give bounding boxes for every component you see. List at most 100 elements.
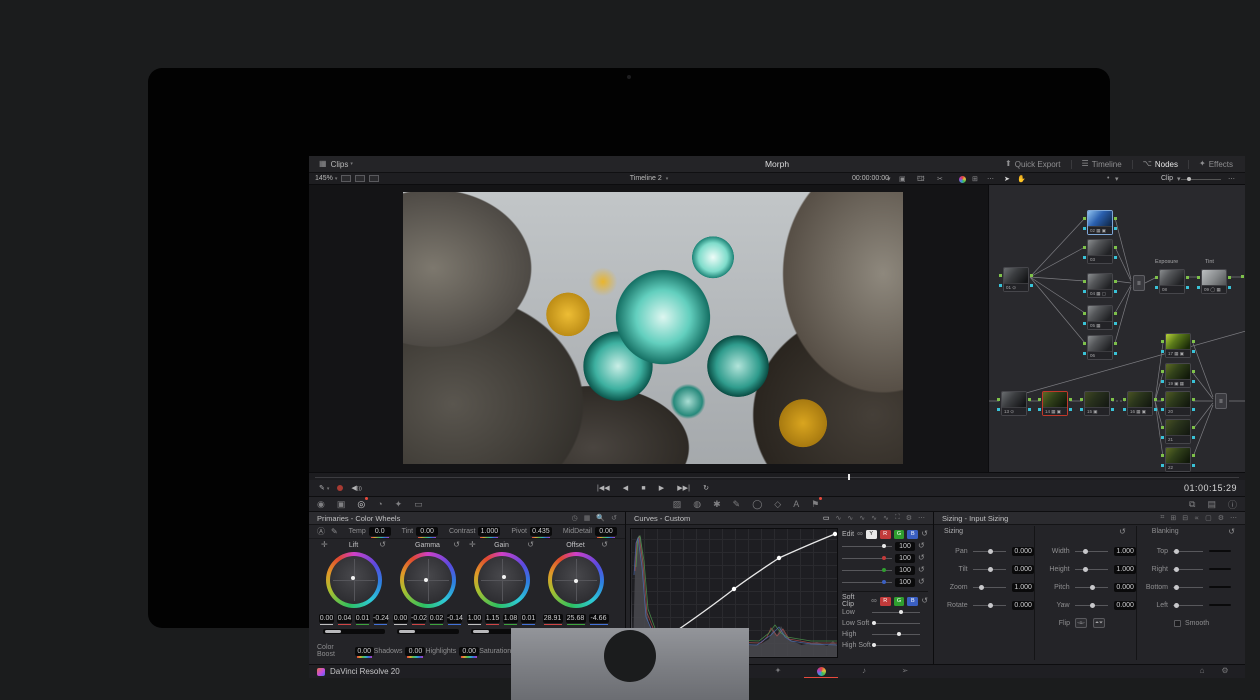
node-05[interactable]: 05 ▦ — [1087, 305, 1113, 330]
gamma-green-value[interactable]: 0.02 — [429, 614, 444, 623]
rotate-value[interactable]: 0.000 — [1012, 601, 1034, 610]
node-22[interactable]: 22 — [1165, 447, 1191, 472]
luts-icon[interactable]: ▤ — [1207, 499, 1216, 510]
temp-value[interactable]: 0.0 — [369, 527, 391, 536]
hue-vs-hue-icon[interactable]: ∿ — [835, 514, 841, 522]
page-color-icon[interactable] — [817, 667, 826, 676]
gamma-reset-icon[interactable]: ↺ — [453, 541, 460, 549]
flag-icon[interactable]: ⚑ — [811, 499, 819, 510]
lift-blue-value[interactable]: -0.24 — [373, 614, 388, 623]
node-21[interactable]: 21 — [1165, 419, 1191, 444]
gamma-wheel-handle[interactable] — [424, 578, 428, 582]
lift-wheel-handle[interactable] — [351, 576, 355, 580]
motion-effects-icon[interactable]: ▭ — [414, 499, 423, 510]
gain-reset-icon[interactable]: ↺ — [527, 541, 534, 549]
highlights-value[interactable]: 0.00 — [459, 647, 479, 656]
gain-color-wheel[interactable] — [474, 552, 530, 608]
magic-mask-icon[interactable]: A — [793, 499, 799, 509]
contrast-value[interactable]: 1.000 — [478, 527, 500, 536]
link-channels-icon[interactable]: ∞ — [871, 597, 877, 605]
node-20[interactable]: 20 — [1165, 391, 1191, 416]
node-09-tint[interactable]: 09 ◯ ▦ — [1201, 269, 1227, 294]
gain-blue-value[interactable]: 0.01 — [521, 614, 536, 623]
lum-vs-sat-icon[interactable]: ∿ — [871, 514, 877, 522]
sizing-reset-icon[interactable]: ↺ — [1119, 528, 1126, 536]
height-value[interactable]: 1.000 — [1114, 565, 1136, 574]
auto-balance-icon[interactable]: ◷ — [572, 514, 578, 522]
gain-master-value[interactable]: 1.00 — [467, 614, 482, 623]
shadows-value[interactable]: 0.00 — [405, 647, 425, 656]
lift-color-wheel[interactable] — [326, 552, 382, 608]
blanking-bottom-slider[interactable] — [1173, 587, 1203, 588]
flip-vertical-button[interactable]: ⏶⏷ — [1093, 618, 1105, 628]
reset-icon[interactable]: ↺ — [921, 530, 928, 538]
settings-icon[interactable]: ⚙ — [906, 514, 912, 522]
enhanced-viewer-toggle[interactable] — [369, 175, 379, 182]
pan-slider[interactable] — [973, 551, 1007, 552]
split-clip-icon[interactable]: ✂ — [937, 175, 943, 183]
blanking-right-value[interactable] — [1209, 568, 1231, 570]
slider-handle[interactable] — [1187, 177, 1191, 181]
project-home-icon[interactable]: ⌂ — [1192, 666, 1212, 675]
gallery-icon[interactable]: ⧉ — [1189, 499, 1195, 510]
split-viewer-toggle[interactable] — [355, 175, 365, 182]
layer-mixer-node-2[interactable]: ≣ — [1215, 393, 1227, 409]
single-viewer-toggle[interactable] — [341, 175, 351, 182]
color-boost-value[interactable]: 0.00 — [355, 647, 374, 656]
reset-icon[interactable]: ↺ — [918, 578, 925, 586]
reset-icon[interactable]: ↺ — [918, 554, 925, 562]
width-slider[interactable] — [1075, 551, 1109, 552]
link-channels-icon[interactable]: ∞ — [857, 530, 863, 538]
channel-g-button[interactable]: G — [894, 530, 905, 539]
node-06[interactable]: 06 — [1087, 335, 1113, 360]
more-options-icon[interactable]: ⋯ — [1230, 514, 1237, 522]
blanking-top-slider[interactable] — [1173, 551, 1203, 552]
zoom-icon[interactable]: 🔍 — [596, 514, 605, 522]
rgb-mixer-icon[interactable]: ✦ — [395, 499, 403, 510]
width-value[interactable]: 1.000 — [1114, 547, 1136, 556]
pitch-slider[interactable] — [1075, 587, 1109, 588]
link-icon[interactable]: ∝ — [1194, 514, 1199, 522]
color-warper-icon[interactable]: ◍ — [693, 499, 701, 510]
r-gain-slider[interactable] — [842, 558, 892, 559]
edit-sizing-icon[interactable]: ⊟ — [1182, 514, 1188, 522]
blanking-top-value[interactable] — [1209, 550, 1231, 552]
offset-blue-value[interactable]: -4.66 — [589, 614, 609, 623]
hdr-wheels-icon[interactable]: ◔ — [377, 499, 382, 509]
height-slider[interactable] — [1075, 569, 1109, 570]
viewer-timecode[interactable]: 00:00:00:00 — [852, 175, 889, 182]
grid-icon[interactable]: ▦ — [584, 514, 591, 522]
reset-icon[interactable]: ↺ — [921, 597, 928, 605]
frame-icon[interactable]: ⊞ — [1170, 514, 1176, 522]
pan-hand-icon[interactable]: ✋ — [1017, 175, 1026, 183]
node-17[interactable]: 17 ▦ ▣ — [1165, 333, 1191, 358]
node-zoom-slider[interactable] — [1181, 179, 1221, 180]
hue-vs-lum-icon[interactable]: ∿ — [859, 514, 865, 522]
node-options-icon[interactable]: ⋯ — [1228, 175, 1235, 183]
g-gain-slider[interactable] — [842, 570, 892, 571]
gamma-blue-value[interactable]: -0.14 — [447, 614, 462, 623]
channel-y-button[interactable]: Y — [866, 530, 877, 539]
soft-clip-g-button[interactable]: G — [894, 597, 905, 606]
lift-master-slider[interactable] — [323, 629, 385, 634]
step-back-button[interactable]: ◀ — [623, 484, 628, 492]
offset-red-value[interactable]: 28.91 — [543, 614, 563, 623]
gain-picker-icon[interactable]: ✛ — [469, 541, 476, 549]
blanking-bottom-value[interactable] — [1209, 586, 1231, 588]
node-15[interactable]: 15 ▣ — [1084, 391, 1110, 416]
lift-picker-icon[interactable]: ✛ — [321, 541, 328, 549]
info-icon[interactable]: ⓘ — [1228, 498, 1237, 511]
high-slider[interactable] — [872, 634, 920, 635]
node-14-current[interactable]: 14 ▦ ▣ — [1042, 391, 1068, 416]
reset-icon[interactable]: ↺ — [918, 542, 925, 550]
pan-value[interactable]: 0.000 — [1012, 547, 1034, 556]
middetail-value[interactable]: 0.00 — [595, 527, 617, 536]
more-options-icon[interactable]: ⋯ — [987, 175, 994, 183]
settings-icon[interactable]: ⚙ — [1218, 514, 1224, 522]
pointer-tool-icon[interactable]: ➤ — [1004, 175, 1010, 183]
gamma-master-slider[interactable] — [397, 629, 459, 634]
r-gain-value[interactable]: 100 — [895, 554, 915, 563]
lift-reset-icon[interactable]: ↺ — [379, 541, 386, 549]
eyedropper-icon[interactable]: ✎ — [733, 499, 741, 510]
clip-selector[interactable]: Clip — [1161, 175, 1173, 182]
